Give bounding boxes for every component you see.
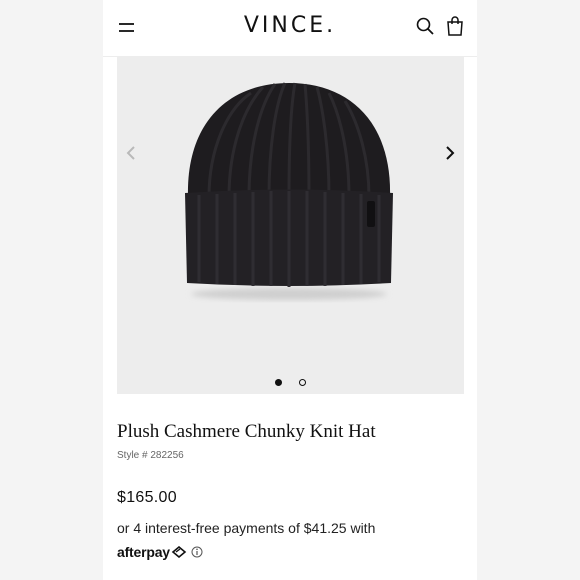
afterpay-arrows-icon xyxy=(171,545,187,558)
carousel-dot-1[interactable] xyxy=(275,379,283,386)
previous-image-button[interactable] xyxy=(121,141,141,165)
shopping-bag-icon xyxy=(447,16,463,36)
info-icon[interactable] xyxy=(191,546,203,558)
site-header: VINCE. xyxy=(103,0,477,57)
search-button[interactable] xyxy=(415,16,435,36)
afterpay-row: afterpay xyxy=(117,543,203,563)
product-image-carousel[interactable] xyxy=(117,57,464,394)
chevron-right-icon xyxy=(446,146,455,160)
installment-text: or 4 interest-free payments of $41.25 wi… xyxy=(117,520,376,536)
afterpay-logo: afterpay xyxy=(117,543,170,560)
style-number: Style # 282256 xyxy=(117,450,184,461)
product-title: Plush Cashmere Chunky Knit Hat xyxy=(117,421,376,442)
next-image-button[interactable] xyxy=(440,141,460,165)
carousel-dot-2[interactable] xyxy=(298,379,306,386)
chevron-left-icon xyxy=(126,146,135,160)
product-price: $165.00 xyxy=(117,489,177,506)
shopping-bag-button[interactable] xyxy=(445,15,465,37)
product-image xyxy=(185,82,393,300)
carousel-indicators xyxy=(117,373,464,391)
search-icon xyxy=(416,17,434,35)
mobile-page: VINCE. Plush Cashmere Chunky Knit Hat St… xyxy=(103,0,477,580)
